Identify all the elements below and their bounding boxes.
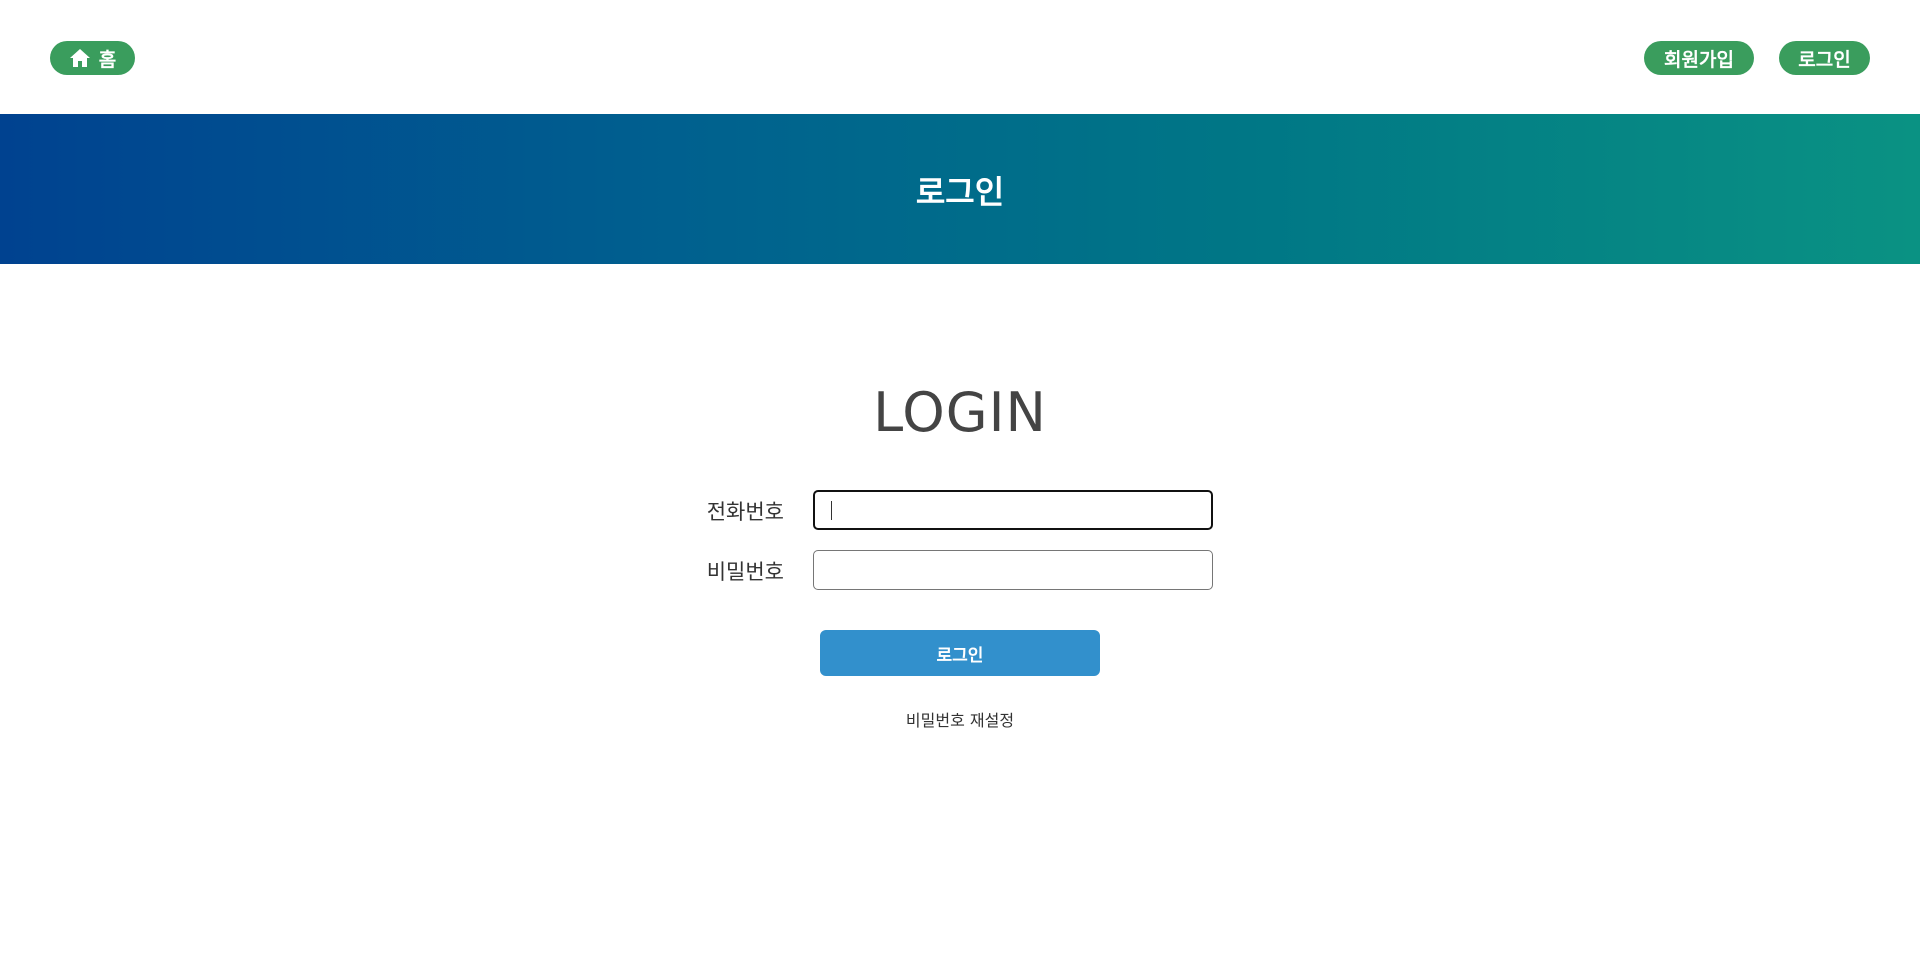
login-form-area: LOGIN 전화번호 비밀번호 로그인 비밀번호 재설정 xyxy=(0,264,1920,953)
home-button-label: 홈 xyxy=(98,48,117,71)
password-reset-link[interactable]: 비밀번호 재설정 xyxy=(0,707,1920,731)
signup-button[interactable]: 회원가입 xyxy=(1644,41,1754,75)
home-button[interactable]: 홈 xyxy=(50,41,135,75)
login-submit-button[interactable]: 로그인 xyxy=(820,630,1100,676)
phone-input[interactable] xyxy=(813,490,1213,530)
login-heading: LOGIN xyxy=(873,381,1047,444)
page-banner: 로그인 xyxy=(0,114,1920,264)
login-nav-button[interactable]: 로그인 xyxy=(1779,41,1870,75)
text-caret xyxy=(831,501,832,520)
page-title: 로그인 xyxy=(915,173,1005,211)
password-input[interactable] xyxy=(813,550,1213,590)
home-icon xyxy=(69,48,91,68)
phone-label: 전화번호 xyxy=(706,500,784,524)
top-navbar: 홈 회원가입 로그인 xyxy=(0,0,1920,114)
password-label: 비밀번호 xyxy=(706,560,784,584)
